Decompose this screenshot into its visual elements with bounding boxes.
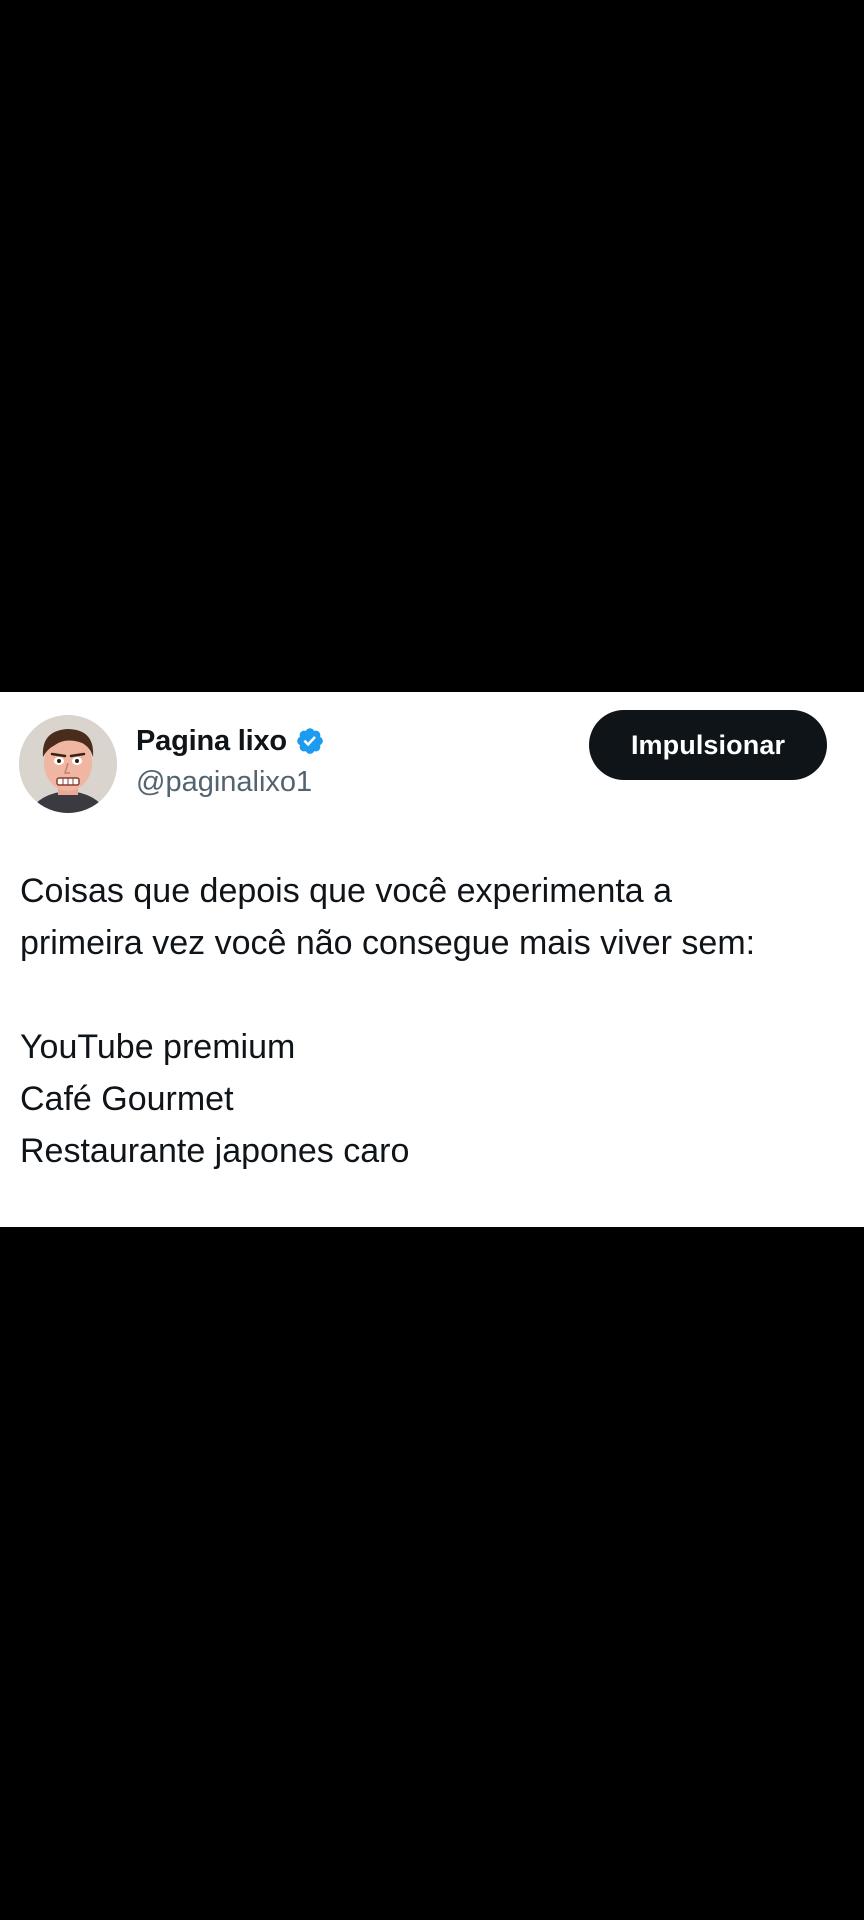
tweet-text-line: Coisas que depois que você experimenta a: [20, 872, 673, 910]
author-name-row: Pagina lixo: [136, 721, 325, 761]
avatar[interactable]: [19, 715, 117, 813]
verified-badge-icon: [295, 726, 325, 756]
tweet-text-line: primeira vez você não consegue mais vive…: [20, 924, 756, 962]
list-item: Restaurante japones caro: [20, 1132, 410, 1170]
display-name[interactable]: Pagina lixo: [136, 725, 287, 758]
tweet-text: Coisas que depois que você experimenta a…: [20, 865, 850, 1177]
tweet-card: Pagina lixo @paginalixo1 Impulsionar Coi…: [0, 692, 864, 1227]
list-item: Café Gourmet: [20, 1080, 234, 1118]
boost-button[interactable]: Impulsionar: [589, 710, 827, 780]
author-handle[interactable]: @paginalixo1: [136, 766, 312, 799]
list-item: YouTube premium: [20, 1028, 296, 1066]
